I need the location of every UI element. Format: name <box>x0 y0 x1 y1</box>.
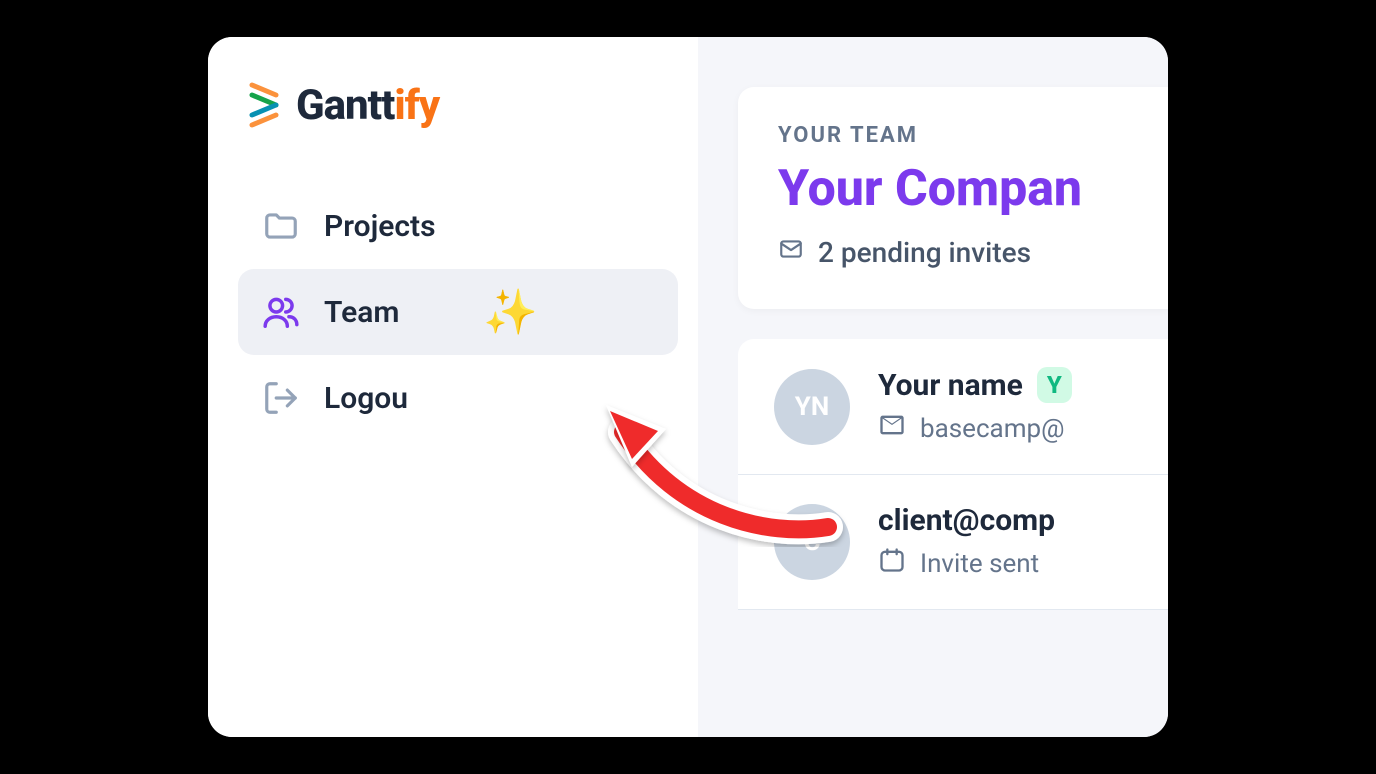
sidebar-item-logout[interactable]: Logou <box>238 355 678 441</box>
member-name: Your name Y <box>878 367 1132 403</box>
nav: Projects Team ✨ <box>238 183 678 441</box>
sidebar: Ganttify Projects <box>208 37 698 737</box>
you-badge: Y <box>1037 367 1072 403</box>
folder-icon <box>262 207 300 245</box>
logout-icon <box>262 379 300 417</box>
member-email: basecamp@ <box>878 411 1132 446</box>
logo[interactable]: Ganttify <box>248 77 678 133</box>
calendar-icon <box>878 546 906 581</box>
member-info: Your name Y basecamp@ <box>878 367 1132 446</box>
member-info: client@comp Invite sent <box>878 503 1132 581</box>
users-icon <box>262 293 300 331</box>
sidebar-item-label: Team <box>324 295 399 330</box>
avatar: YN <box>774 369 850 445</box>
logo-mark-icon <box>248 77 288 133</box>
avatar: C <box>774 504 850 580</box>
app-window: Ganttify Projects <box>208 37 1168 737</box>
sidebar-item-team[interactable]: Team ✨ <box>238 269 678 355</box>
pending-invites-text: 2 pending invites <box>818 236 1031 269</box>
member-list: YN Your name Y basecamp@ <box>738 339 1168 610</box>
member-name: client@comp <box>878 503 1132 538</box>
sidebar-item-label: Logou <box>324 381 408 416</box>
team-card: YOUR TEAM Your Compan 2 pending invites <box>738 87 1168 309</box>
team-name: Your Compan <box>778 160 1128 218</box>
member-row[interactable]: C client@comp Invite sent <box>738 475 1168 610</box>
sparkle-icon: ✨ <box>483 286 538 338</box>
logo-text: Ganttify <box>296 81 439 130</box>
member-status: Invite sent <box>878 546 1132 581</box>
team-section-label: YOUR TEAM <box>778 123 1128 148</box>
sidebar-item-label: Projects <box>324 209 436 244</box>
main-panel: YOUR TEAM Your Compan 2 pending invites … <box>698 37 1168 737</box>
envelope-icon <box>778 236 804 269</box>
pending-invites: 2 pending invites <box>778 236 1128 269</box>
envelope-icon <box>878 411 906 446</box>
member-row[interactable]: YN Your name Y basecamp@ <box>738 339 1168 475</box>
sidebar-item-projects[interactable]: Projects <box>238 183 678 269</box>
